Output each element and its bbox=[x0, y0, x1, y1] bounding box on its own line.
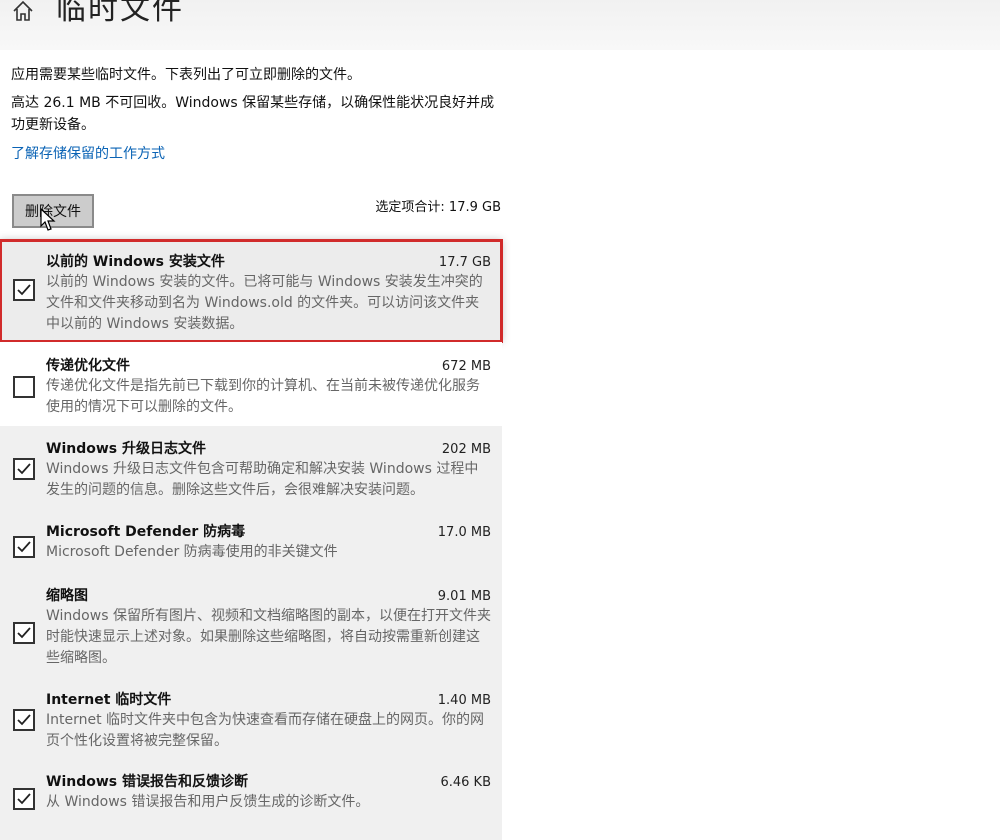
checkbox[interactable] bbox=[13, 709, 35, 731]
item-size: 6.46 KB bbox=[440, 775, 491, 790]
item-description: Internet 临时文件夹中包含为快速查看而存储在硬盘上的网页。你的网页个性化… bbox=[46, 712, 485, 749]
list-item-internet-temp-files[interactable]: Internet 临时文件 1.40 MB Internet 临时文件夹中包含为… bbox=[0, 676, 502, 760]
home-icon[interactable] bbox=[10, 0, 36, 24]
item-description: Windows 升级日志文件包含可帮助确定和解决安装 Windows 过程中发生… bbox=[46, 461, 479, 498]
learn-reserved-storage-link[interactable]: 了解存储保留的工作方式 bbox=[11, 143, 165, 163]
checkbox[interactable] bbox=[13, 536, 35, 558]
item-description: 从 Windows 错误报告和用户反馈生成的诊断文件。 bbox=[46, 794, 370, 810]
check-icon bbox=[17, 793, 31, 805]
item-description: 以前的 Windows 安装的文件。已将可能与 Windows 安装发生冲突的文… bbox=[46, 274, 483, 332]
list-item-windows-upgrade-logs[interactable]: Windows 升级日志文件 202 MB Windows 升级日志文件包含可帮… bbox=[0, 426, 502, 510]
list-item-defender-antivirus[interactable]: Microsoft Defender 防病毒 17.0 MB Microsoft… bbox=[0, 510, 502, 572]
item-title: Windows 错误报告和反馈诊断 bbox=[46, 774, 248, 790]
delete-files-button[interactable]: 删除文件 bbox=[12, 194, 94, 228]
checkbox[interactable] bbox=[13, 376, 35, 398]
checkbox[interactable] bbox=[13, 458, 35, 480]
item-description: Windows 保留所有图片、视频和文档缩略图的副本，以便在打开文件夹时能快速显… bbox=[46, 608, 491, 666]
checkbox[interactable] bbox=[13, 279, 35, 301]
item-size: 9.01 MB bbox=[437, 589, 491, 604]
list-item-delivery-optimization[interactable]: 传递优化文件 672 MB 传递优化文件是指先前已下载到你的计算机、在当前未被传… bbox=[0, 342, 502, 426]
item-description: 传递优化文件是指先前已下载到你的计算机、在当前未被传递优化服务使用的情况下可以删… bbox=[46, 378, 480, 415]
item-title: Internet 临时文件 bbox=[46, 692, 172, 708]
reserved-storage-text: 高达 26.1 MB 不可回收。Windows 保留某些存储，以确保性能状况良好… bbox=[11, 95, 495, 133]
check-icon bbox=[17, 627, 31, 639]
item-description: Microsoft Defender 防病毒使用的非关键文件 bbox=[46, 544, 338, 560]
check-icon bbox=[17, 541, 31, 553]
item-size: 672 MB bbox=[441, 359, 491, 374]
checkbox[interactable] bbox=[13, 788, 35, 810]
page-title: 临时文件 bbox=[56, 0, 184, 27]
title-bar: 临时文件 bbox=[0, 0, 1000, 50]
item-title: 传递优化文件 bbox=[46, 358, 130, 374]
check-icon bbox=[17, 714, 31, 726]
item-title: 缩略图 bbox=[46, 588, 88, 604]
item-title: 以前的 Windows 安装文件 bbox=[46, 254, 225, 270]
list-item-previous-windows-install[interactable]: 以前的 Windows 安装文件 17.7 GB 以前的 Windows 安装的… bbox=[0, 239, 503, 343]
intro-text: 应用需要某些临时文件。下表列出了可立即删除的文件。 bbox=[11, 67, 361, 83]
check-icon bbox=[17, 284, 31, 296]
list-item-error-reports[interactable]: Windows 错误报告和反馈诊断 6.46 KB 从 Windows 错误报告… bbox=[0, 760, 502, 840]
checkbox[interactable] bbox=[13, 622, 35, 644]
list-item-thumbnails[interactable]: 缩略图 9.01 MB Windows 保留所有图片、视频和文档缩略图的副本，以… bbox=[0, 572, 502, 676]
item-title: Windows 升级日志文件 bbox=[46, 441, 206, 457]
item-size: 17.0 MB bbox=[437, 525, 491, 540]
item-size: 202 MB bbox=[441, 442, 491, 457]
item-title: Microsoft Defender 防病毒 bbox=[46, 524, 246, 540]
selected-total: 选定项合计: 17.9 GB bbox=[375, 200, 501, 215]
check-icon bbox=[17, 463, 31, 475]
temp-file-list: 以前的 Windows 安装文件 17.7 GB 以前的 Windows 安装的… bbox=[0, 239, 503, 840]
item-size: 17.7 GB bbox=[438, 255, 491, 270]
item-size: 1.40 MB bbox=[437, 693, 491, 708]
